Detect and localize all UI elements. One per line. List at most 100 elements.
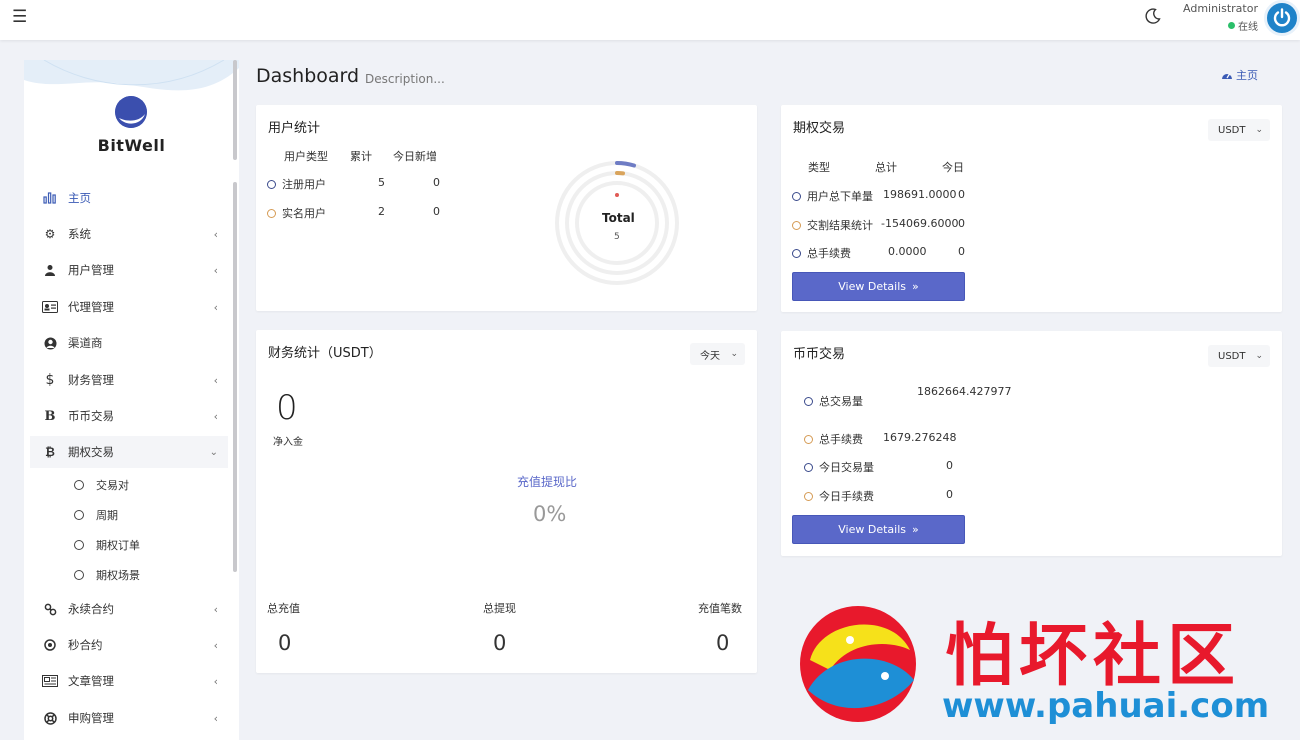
sidebar-subitem-label: 交易对 [96,479,129,492]
table-row: 注册用户 [267,176,326,192]
table-row: 今日手续费 [804,488,874,504]
spot-currency-select[interactable]: USDT ⌄ [1208,345,1270,367]
spot-view-details-button[interactable]: View Details » [792,515,965,544]
user-stats-card: 用户统计 用户类型 累计 今日新增 注册用户 5 0 实名用户 2 0 Tota… [256,105,757,311]
chevron-down-icon: ⌄ [1255,125,1263,135]
series-marker-icon [267,209,276,218]
sidebar-item-label: 永续合约 [68,602,114,616]
menu-toggle-icon[interactable]: ☰ [12,7,27,27]
total-withdraw-label: 总提现 [483,602,516,615]
link-icon [42,603,58,616]
sidebar-item-label: 主页 [68,191,91,205]
double-chevron-right-icon: » [912,280,919,293]
sidebar-item-subscriptions[interactable]: 申购管理 ‹ [30,702,228,734]
top-bar: ☰ Administrator 在线 [0,0,1300,40]
newspaper-icon [42,675,58,687]
sidebar-item-agents[interactable]: 代理管理 ‹ [30,291,228,323]
finance-period-select[interactable]: 今天 ⌄ [690,343,745,365]
chevron-down-icon: ⌄ [730,349,738,359]
chevron-left-icon: ‹ [213,300,218,314]
sidebar-item-spot[interactable]: B 币币交易 ‹ [30,400,228,432]
sidebar-item-system[interactable]: ⚙ 系统 ‹ [30,218,228,250]
dollar-icon: $ [45,372,55,388]
watermark-url: www.pahuai.com [942,686,1270,726]
row-value: 0 [946,459,953,472]
row-total: 2 [378,205,385,218]
series-marker-icon [792,192,801,201]
total-deposit-label: 总充值 [267,602,300,615]
column-header: 今日新增 [393,150,437,163]
series-marker-icon [792,249,801,258]
sidebar-item-second-contract[interactable]: 秒合约 ‹ [30,629,228,661]
bold-b-icon: B [44,408,56,424]
logo-text: BitWell [97,136,166,155]
net-inflow-value: 0 [276,388,298,428]
column-header: 累计 [350,150,372,163]
avatar[interactable] [1264,0,1300,36]
sidebar-item-label: 申购管理 [68,711,114,725]
admin-name[interactable]: Administrator [1183,2,1258,15]
select-value: 今天 [700,350,720,362]
row-type: 交割结果统计 [807,219,873,232]
table-row: 总交易量 [804,393,863,409]
row-today: 0 [958,217,965,230]
row-value: 1862664.427977 [917,385,1012,398]
button-label: View Details [838,523,906,536]
options-view-details-button[interactable]: View Details » [792,272,965,301]
sidebar-scrollbar-thumb[interactable] [233,182,237,572]
spot-title: 币币交易 [793,347,846,362]
total-deposit-value: 0 [278,631,292,655]
dark-mode-icon[interactable] [1143,6,1163,26]
chevron-left-icon: ‹ [213,373,218,387]
sidebar-item-users[interactable]: 用户管理 ‹ [30,254,228,286]
options-currency-select[interactable]: USDT ⌄ [1208,119,1270,141]
sidebar-subitem-pairs[interactable]: 交易对 [74,471,224,499]
sidebar-item-home[interactable]: 主页 [30,182,228,214]
page-title: Dashboard [256,65,360,87]
circle-icon [74,480,84,490]
sidebar-subitem-scenes[interactable]: 期权场景 [74,561,224,589]
donut-center-label: Total [602,211,635,225]
double-chevron-right-icon: » [912,523,919,536]
row-total: -154069.6000 [881,217,959,230]
site-watermark: 怕坏社区 www.pahuai.com [790,600,1290,730]
sidebar-item-finance[interactable]: $ 财务管理 ‹ [30,364,228,396]
table-row: 总手续费 [804,431,863,447]
chevron-left-icon: ‹ [213,711,218,725]
fish-logo-icon [800,606,916,722]
chevron-left-icon: ‹ [213,674,218,688]
sidebar-item-channels[interactable]: 渠道商 [30,327,228,359]
sidebar-subitem-orders[interactable]: 期权订单 [74,531,224,559]
row-total: 0.0000 [888,245,927,258]
circle-icon [74,510,84,520]
sidebar-subitem-period[interactable]: 周期 [74,501,224,529]
breadcrumb-home[interactable]: 主页 [1236,67,1258,83]
online-status-text: 在线 [1238,22,1258,33]
power-icon [1273,8,1291,27]
row-total: 198691.0000 [883,188,957,201]
donut-center-value: 5 [614,232,620,242]
breadcrumb[interactable]: 主页 [1221,67,1258,83]
ratio-label: 充值提现比 [517,475,578,489]
sidebar-item-label: 渠道商 [68,336,103,350]
bitcoin-icon: ₿ [45,445,55,459]
row-type: 总交易量 [819,395,863,408]
user-circle-icon [42,337,58,350]
sidebar-item-label: 财务管理 [68,373,114,387]
bitwell-logo-icon [115,96,147,128]
sidebar-item-articles[interactable]: 文章管理 ‹ [30,665,228,697]
chevron-down-icon: ⌄ [1255,351,1263,361]
sidebar-item-label: 系统 [68,227,91,241]
sidebar-item-perpetual[interactable]: 永续合约 ‹ [30,593,228,625]
row-type: 今日手续费 [819,490,874,503]
sidebar: BitWell 主页 ⚙ 系统 ‹ 用户管理 ‹ 代理管理 ‹ 渠道商 $ 财务… [24,60,239,740]
column-header: 用户类型 [284,150,328,163]
chevron-left-icon: ‹ [213,263,218,277]
sidebar-item-options[interactable]: ₿ 期权交易 ⌄ [30,436,228,468]
life-ring-icon [42,711,58,725]
sidebar-subitem-label: 期权场景 [96,569,140,582]
series-marker-icon [804,463,813,472]
online-dot-icon [1228,22,1235,29]
sidebar-wave-decoration [24,60,239,91]
circle-icon [74,570,84,580]
